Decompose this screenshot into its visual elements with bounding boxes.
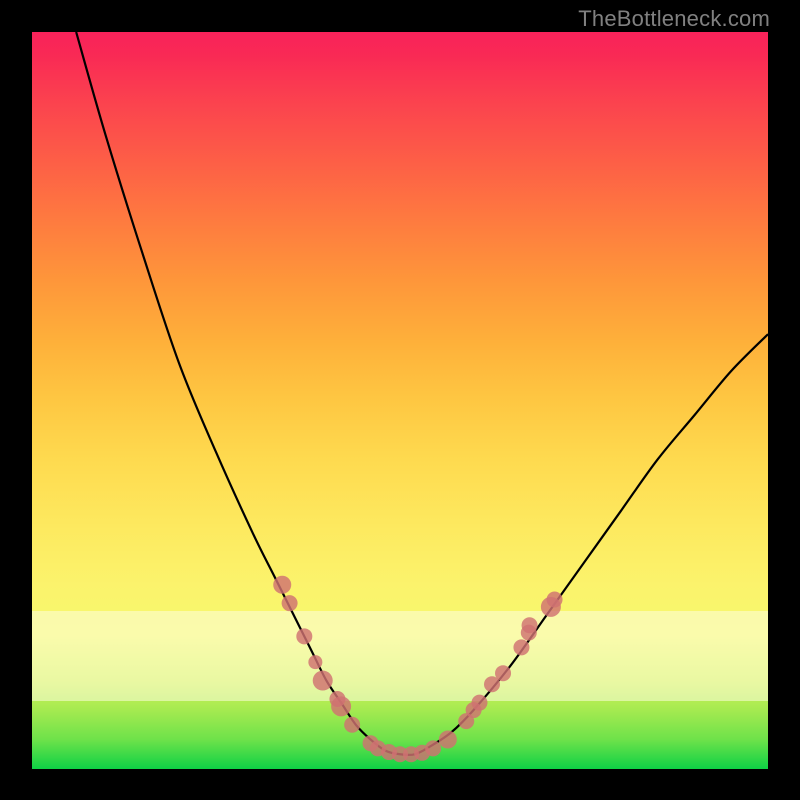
data-marker (344, 717, 360, 733)
data-marker (403, 746, 419, 762)
data-marker (425, 740, 441, 756)
data-marker (458, 713, 474, 729)
data-marker (414, 745, 430, 761)
data-marker (282, 595, 298, 611)
watermark-text: TheBottleneck.com (578, 6, 770, 32)
data-marker (466, 702, 482, 718)
data-marker (370, 740, 386, 756)
data-marker (547, 591, 563, 607)
data-marker (363, 735, 379, 751)
plot-area (32, 32, 768, 769)
chart-frame: TheBottleneck.com (0, 0, 800, 800)
pale-band (32, 611, 768, 701)
data-marker (439, 731, 457, 749)
data-marker (273, 576, 291, 594)
data-marker (392, 746, 408, 762)
data-marker (381, 744, 397, 760)
